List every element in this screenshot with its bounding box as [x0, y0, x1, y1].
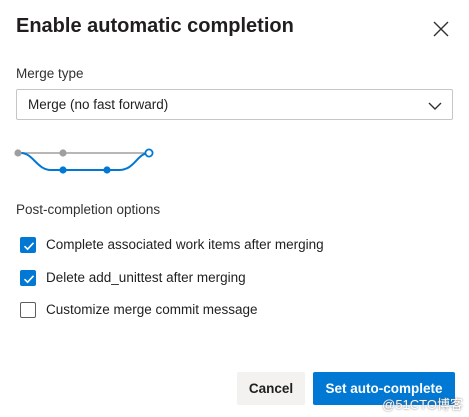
checkmark-icon [23, 242, 35, 251]
watermark: @51CTO博客 [382, 397, 463, 412]
merge-type-selected-value: Merge (no fast forward) [28, 97, 169, 112]
auto-complete-dialog: Enable automatic completion Merge type M… [0, 0, 469, 417]
checkbox-complete-work-items[interactable] [20, 237, 36, 253]
close-icon[interactable] [431, 19, 451, 39]
dialog-title: Enable automatic completion [16, 15, 294, 37]
option-label: Delete add_unittest after merging [46, 270, 246, 285]
option-label: Customize merge commit message [46, 302, 258, 317]
checkbox-customize-message[interactable] [20, 302, 36, 318]
chevron-down-icon [428, 99, 442, 111]
merge-graph-icon [13, 143, 158, 177]
post-completion-label: Post-completion options [16, 202, 161, 217]
checkmark-icon [23, 275, 35, 284]
option-label: Complete associated work items after mer… [46, 237, 324, 252]
merge-type-dropdown[interactable]: Merge (no fast forward) [16, 89, 453, 120]
checkbox-delete-branch[interactable] [20, 270, 36, 286]
cancel-button[interactable]: Cancel [237, 372, 305, 405]
merge-type-label: Merge type [16, 66, 84, 81]
